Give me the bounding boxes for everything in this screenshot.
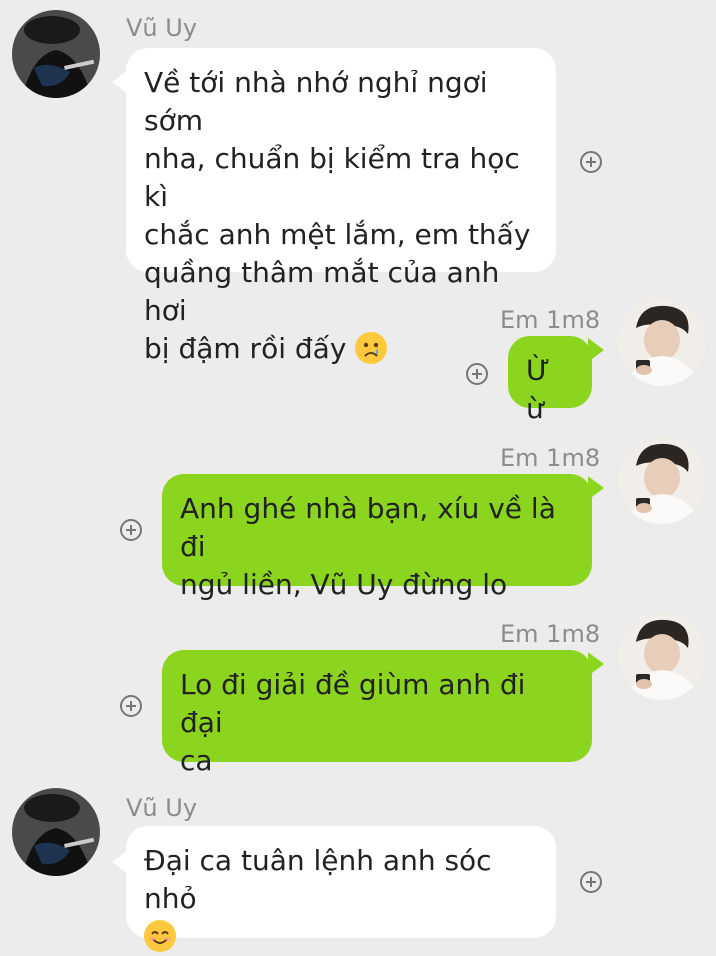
message-line: nha, chuẩn bị kiểm tra học kì xyxy=(144,142,520,213)
sender-name: Em 1m8 xyxy=(500,620,601,648)
message-bubble[interactable]: Lo đi giải đề giùm anh đi đại ca xyxy=(162,650,592,777)
message-line-text: bị đậm rồi đấy xyxy=(144,332,347,365)
avatar[interactable] xyxy=(618,298,706,386)
message-bubble[interactable]: Đại ca tuân lệnh anh sóc nhỏ xyxy=(126,826,556,952)
message-line: Về tới nhà nhớ nghỉ ngơi sớm xyxy=(144,66,488,137)
message-bubble[interactable]: Về tới nhà nhớ nghỉ ngơi sớm nha, chuẩn … xyxy=(126,48,556,365)
message-line: Anh ghé nhà bạn, xíu về là đi xyxy=(180,492,556,563)
avatar[interactable] xyxy=(618,436,706,524)
sender-name: Vũ Uy xyxy=(126,794,198,822)
message-line: Đại ca tuân lệnh anh sóc nhỏ xyxy=(144,844,492,915)
message-bubble[interactable]: Anh ghé nhà bạn, xíu về là đi ngủ liền, … xyxy=(162,474,592,601)
sender-name: Em 1m8 xyxy=(500,444,601,472)
add-reaction-icon[interactable] xyxy=(120,519,142,541)
message-line: Lo đi giải đề giùm anh đi đại xyxy=(180,668,526,739)
avatar[interactable] xyxy=(12,10,100,98)
sender-name: Vũ Uy xyxy=(126,14,198,42)
message-line: ngủ liền, Vũ Uy đừng lo xyxy=(180,568,508,601)
add-reaction-icon[interactable] xyxy=(580,871,602,893)
add-reaction-icon[interactable] xyxy=(120,695,142,717)
message-bubble[interactable]: Ừ ừ xyxy=(508,336,592,425)
sender-name: Em 1m8 xyxy=(500,306,601,334)
avatar[interactable] xyxy=(618,612,706,700)
avatar[interactable] xyxy=(12,788,100,876)
add-reaction-icon[interactable] xyxy=(580,151,602,173)
message-line: chắc anh mệt lắm, em thấy xyxy=(144,218,531,251)
message-line: quầng thâm mắt của anh hơi xyxy=(144,256,500,327)
message-line: Ừ ừ xyxy=(526,354,551,425)
message-line xyxy=(144,918,538,956)
smiling-face-icon xyxy=(144,920,176,952)
add-reaction-icon[interactable] xyxy=(466,363,488,385)
message-line: ca xyxy=(180,744,213,777)
crying-face-icon xyxy=(355,332,388,364)
